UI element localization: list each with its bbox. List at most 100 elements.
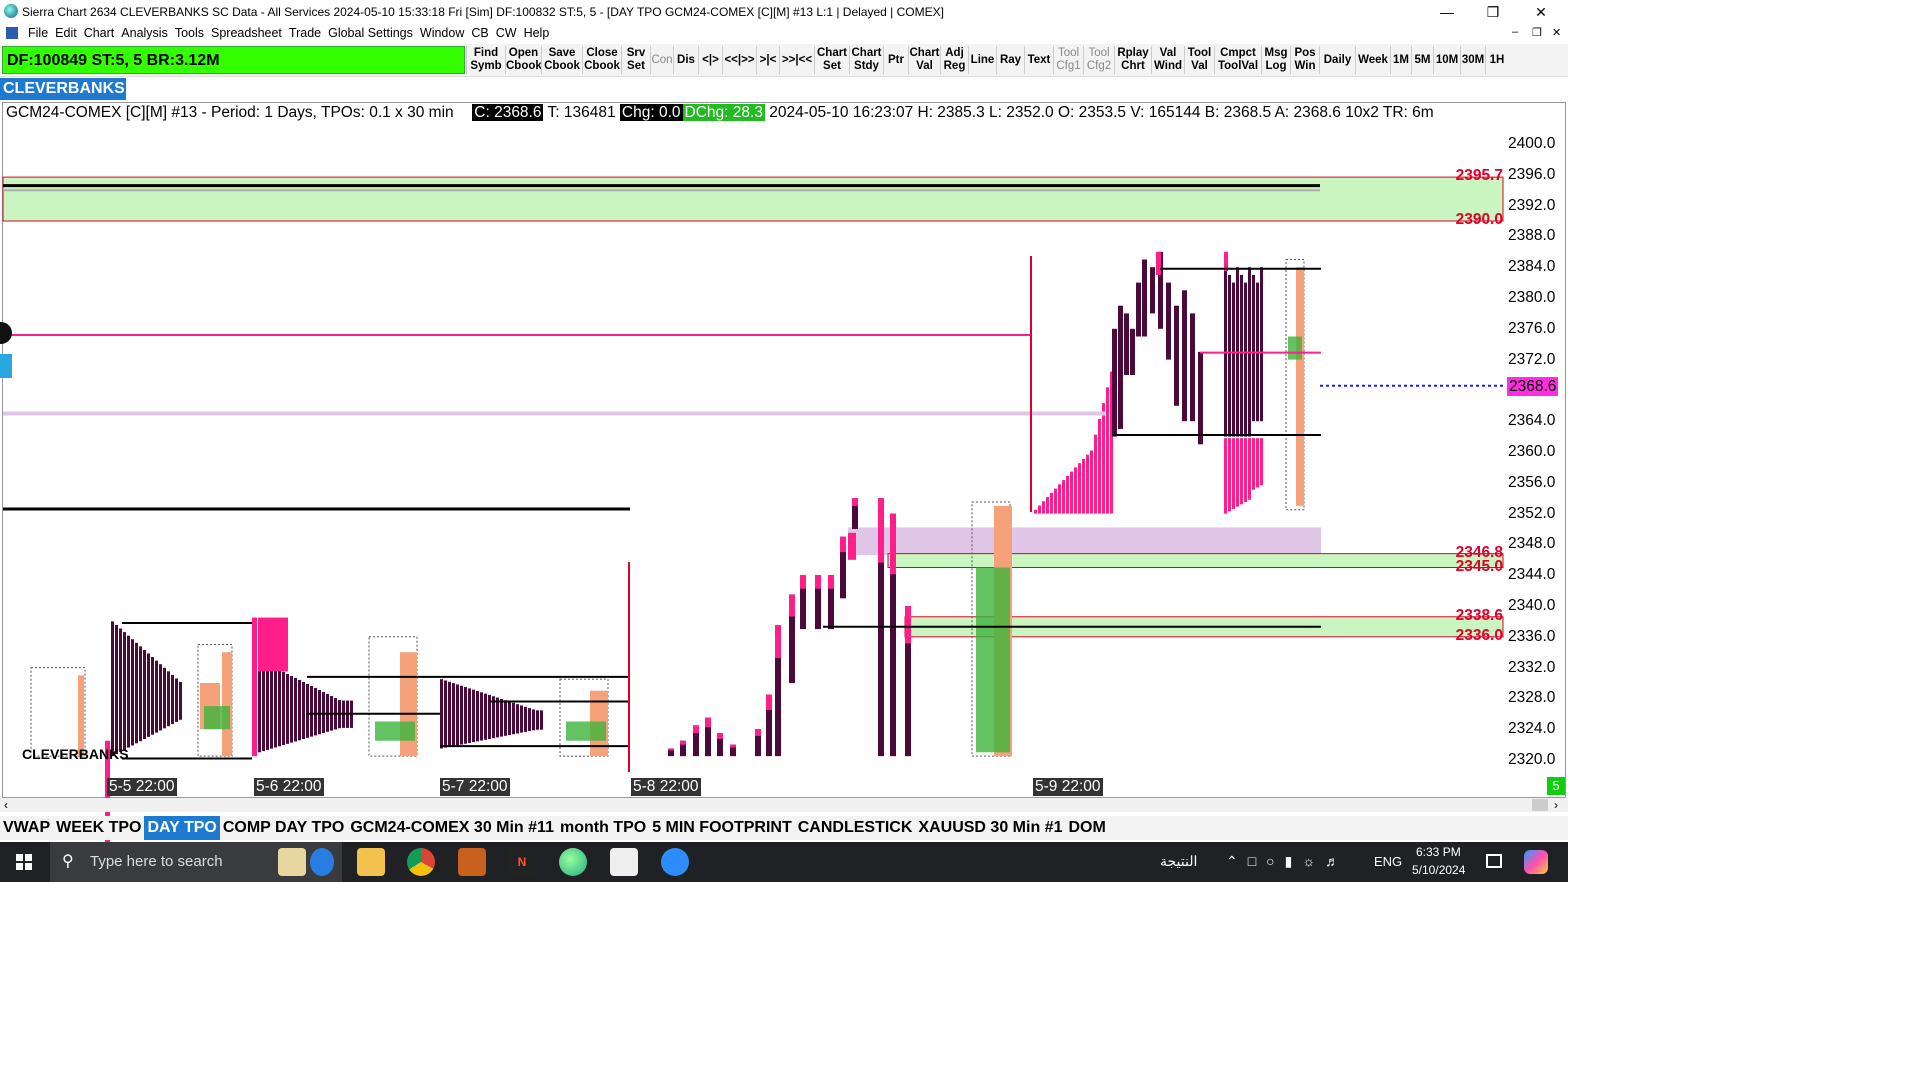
clock-time[interactable]: 6:33 PM bbox=[1416, 845, 1461, 859]
tpo-bar bbox=[1130, 328, 1135, 375]
price-tick: 2380.0 bbox=[1508, 289, 1556, 306]
tab-week-tpo[interactable]: WEEK TPO bbox=[53, 816, 144, 840]
tab-xauusd-30-min-1[interactable]: XAUUSD 30 Min #1 bbox=[915, 816, 1065, 840]
scroll-left-icon[interactable]: ‹ bbox=[4, 798, 8, 812]
current-price-marker: 2368.6 bbox=[1507, 377, 1559, 396]
price-tick: 2376.0 bbox=[1508, 319, 1556, 337]
tpo-bar bbox=[1236, 438, 1239, 507]
horizontal-scrollbar[interactable]: ‹ › bbox=[0, 798, 1568, 812]
tab-month-tpo[interactable]: month TPO bbox=[557, 816, 649, 840]
tpo-bar bbox=[262, 661, 265, 752]
scroll-thumb[interactable] bbox=[1532, 799, 1548, 811]
tpo-bar bbox=[1118, 305, 1123, 429]
tpo-bar bbox=[536, 710, 539, 730]
tpo-bar bbox=[1150, 267, 1155, 314]
level-label: 2336.0 bbox=[1455, 626, 1503, 644]
tpo-bar bbox=[1252, 438, 1255, 490]
tpo-bar bbox=[1136, 282, 1141, 337]
windows-start-icon[interactable] bbox=[16, 854, 32, 870]
tpo-bar bbox=[492, 696, 495, 739]
level-label: 2395.7 bbox=[1455, 167, 1503, 185]
tpo-bar bbox=[252, 617, 257, 757]
tpo-bar bbox=[302, 681, 305, 740]
search-highlight-icon bbox=[278, 848, 306, 876]
taskbar-search[interactable]: ⚲ Type here to search bbox=[50, 842, 342, 882]
price-tick: 2348.0 bbox=[1508, 535, 1556, 553]
tpo-bar bbox=[1102, 403, 1105, 514]
tpo-bar bbox=[730, 744, 736, 748]
file-explorer-icon[interactable] bbox=[357, 848, 385, 876]
tpo-bar bbox=[1086, 454, 1089, 514]
tpo-bar bbox=[1252, 274, 1255, 422]
language-indicator[interactable]: ENG bbox=[1374, 854, 1402, 869]
ninjatrader-icon[interactable]: N bbox=[508, 848, 536, 876]
tpo-bar bbox=[286, 673, 289, 744]
date-label: 5-8 22:00 bbox=[631, 778, 701, 796]
tpo-bar bbox=[1090, 450, 1093, 514]
tray-icons[interactable]: ⌃□○▮☼♬ bbox=[1226, 853, 1349, 870]
tpo-bar bbox=[1066, 475, 1069, 514]
tab-dom[interactable]: DOM bbox=[1065, 816, 1108, 840]
tpo-bar bbox=[440, 679, 443, 749]
weather-text: النتيجة bbox=[1160, 853, 1198, 869]
price-tick: 2364.0 bbox=[1508, 412, 1556, 430]
tpo-bar bbox=[496, 697, 499, 738]
tpo-bar bbox=[1240, 274, 1243, 437]
zoom-icon[interactable] bbox=[661, 848, 689, 876]
notification-icon[interactable] bbox=[1486, 854, 1502, 868]
profile-box bbox=[30, 667, 86, 757]
clock-date[interactable]: 5/10/2024 bbox=[1412, 863, 1465, 877]
tpo-bar bbox=[468, 688, 471, 743]
tpo-bar bbox=[139, 646, 142, 742]
chrome-icon[interactable] bbox=[407, 848, 435, 876]
tpo-bar bbox=[828, 575, 834, 589]
tab-candlestick[interactable]: CANDLESTICK bbox=[795, 816, 916, 840]
tab-comp-day-tpo[interactable]: COMP DAY TPO bbox=[220, 816, 348, 840]
tab-5-min-footprint[interactable]: 5 MIN FOOTPRINT bbox=[649, 816, 795, 840]
tab-day-tpo[interactable]: DAY TPO bbox=[144, 816, 220, 840]
price-tick: 2340.0 bbox=[1508, 597, 1556, 614]
document-icon[interactable] bbox=[610, 848, 638, 876]
trade-tool-icon[interactable] bbox=[0, 354, 12, 378]
tpo-bar bbox=[1232, 438, 1235, 509]
copilot-icon[interactable] bbox=[1524, 850, 1548, 874]
tpo-bar bbox=[1174, 305, 1179, 406]
tpo-bar bbox=[452, 683, 455, 747]
price-tick: 2328.0 bbox=[1508, 689, 1556, 707]
tpo-bar bbox=[1248, 438, 1251, 500]
tpo-bar bbox=[693, 725, 699, 734]
scroll-right-icon[interactable]: › bbox=[1554, 798, 1558, 812]
tpo-chart[interactable] bbox=[0, 0, 1568, 882]
price-tick: 2384.0 bbox=[1508, 258, 1556, 276]
volume-profile bbox=[222, 652, 232, 757]
tpo-bar bbox=[115, 624, 118, 755]
tpo-bar bbox=[516, 704, 519, 734]
tpo-bar bbox=[1034, 509, 1037, 514]
tpo-bar bbox=[1228, 274, 1231, 437]
search-highlight-icon-2 bbox=[310, 848, 334, 876]
price-tick: 2352.0 bbox=[1508, 504, 1556, 522]
tpo-bar bbox=[290, 675, 293, 743]
tpo-bar bbox=[1190, 313, 1195, 422]
tpo-bar bbox=[789, 594, 795, 617]
tpo-bar bbox=[131, 639, 134, 746]
level-label: 2338.6 bbox=[1455, 606, 1503, 624]
tpo-bar bbox=[322, 692, 325, 734]
tpo-bar bbox=[266, 663, 269, 750]
tpo-bar bbox=[1082, 458, 1085, 514]
tab-vwap[interactable]: VWAP bbox=[0, 816, 53, 840]
teams-icon[interactable] bbox=[458, 848, 486, 876]
date-label: 5-9 22:00 bbox=[1033, 778, 1103, 796]
tpo-bar bbox=[318, 690, 321, 735]
tpo-bar bbox=[167, 671, 170, 727]
price-tick: 2320.0 bbox=[1508, 751, 1556, 768]
tpo-bar bbox=[1260, 438, 1263, 486]
tpo-bar bbox=[1050, 492, 1053, 514]
tpo-bar bbox=[294, 677, 297, 742]
tpo-bar bbox=[159, 664, 162, 731]
date-label: 5-5 22:00 bbox=[107, 778, 177, 796]
tab-gcm24-comex-30-min-11[interactable]: GCM24-COMEX 30 Min #11 bbox=[347, 816, 557, 840]
tpo-bar bbox=[717, 733, 723, 739]
sierra-chart-icon[interactable] bbox=[559, 848, 587, 876]
price-tick: 2356.0 bbox=[1508, 473, 1556, 491]
